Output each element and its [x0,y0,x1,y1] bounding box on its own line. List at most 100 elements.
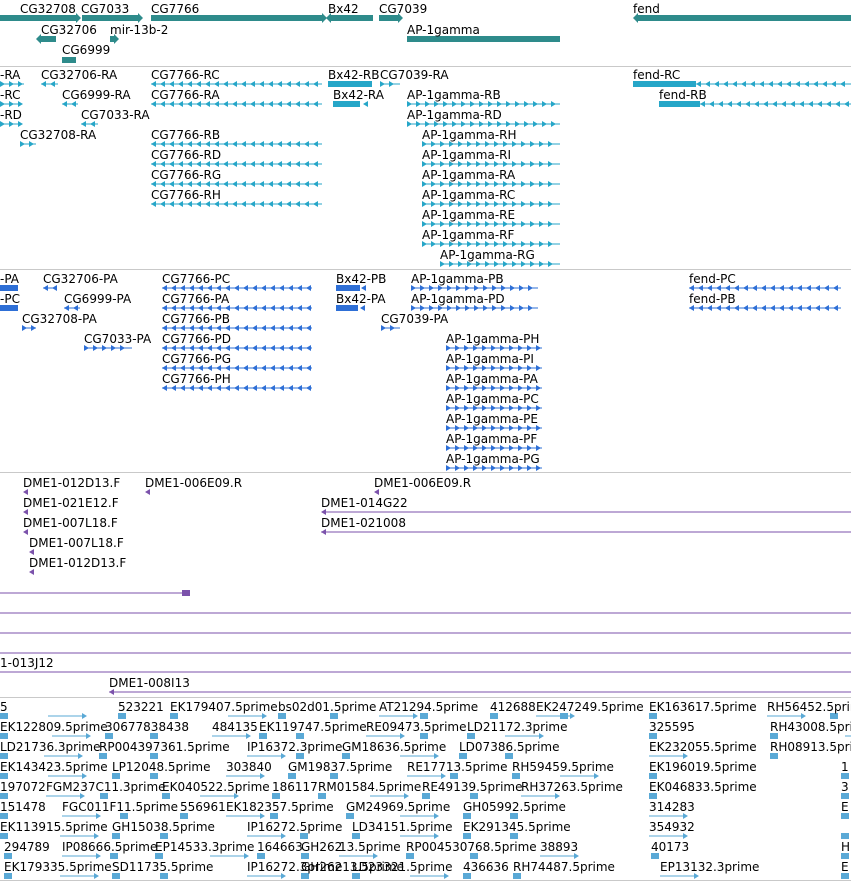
transcript-glyph-exon[interactable] [539,141,544,147]
transcript-glyph-exon[interactable] [250,141,255,147]
transcript-glyph-exon[interactable] [723,81,728,87]
protein-glyph-exon[interactable] [306,345,311,351]
transcript-label[interactable]: CG7766-RH [151,188,221,202]
transcript-glyph-exon[interactable] [750,81,755,87]
est-label[interactable]: EK122809.5prime [0,720,108,734]
gene-label[interactable]: CG6999 [62,43,110,57]
transcript-glyph-exon[interactable] [548,141,553,147]
transcript-glyph-exon[interactable] [530,201,535,207]
transcript-glyph-exon[interactable] [223,101,228,107]
transcript-glyph-exon[interactable] [304,201,309,207]
transcript-glyph-exon[interactable] [295,81,300,87]
est-label[interactable]: 303840 [226,760,272,774]
transcript-glyph-exon[interactable] [268,161,273,167]
clone-label[interactable]: DME1-007L18.F [29,536,124,550]
transcript-label[interactable]: CG7766-RB [151,128,220,142]
transcript-glyph-exon[interactable] [822,81,827,87]
clone-label[interactable]: DME1-006E09.R [374,476,471,490]
transcript-glyph-exon[interactable] [754,101,759,107]
protein-glyph-exon[interactable] [297,345,302,351]
transcript-glyph-exon[interactable] [277,181,282,187]
gene-glyph[interactable] [638,15,851,21]
protein-glyph-exon[interactable] [279,305,284,311]
transcript-glyph-exon[interactable] [313,161,318,167]
protein-glyph-exon[interactable] [306,365,311,371]
protein-glyph-exon[interactable] [306,385,311,391]
transcript-glyph-exon[interactable] [250,101,255,107]
protein-label[interactable]: AP-1gamma-PC [446,392,539,406]
protein-glyph-exon[interactable] [270,365,275,371]
transcript-label[interactable]: AP-1gamma-RI [422,148,511,162]
est-label[interactable]: 523221 [118,700,164,714]
protein-label[interactable]: CG6999-PA [64,292,131,306]
protein-glyph-exon[interactable] [270,385,275,391]
protein-glyph-exon[interactable] [261,365,266,371]
transcript-label[interactable]: AP-1gamma-RC [422,188,515,202]
protein-glyph-exon[interactable] [243,385,248,391]
protein-glyph-exon[interactable] [261,325,266,331]
protein-glyph-exon[interactable] [279,325,284,331]
transcript-glyph-exon[interactable] [835,101,840,107]
transcript-glyph-exon[interactable] [232,141,237,147]
est-label[interactable]: E [841,860,849,874]
protein-glyph-exon[interactable] [833,305,838,311]
est-label[interactable]: FGC011F11.5prime [62,800,178,814]
transcript-glyph-exon[interactable] [539,221,544,227]
transcript-label[interactable]: CG7039-RA [380,68,449,82]
protein-glyph-exon[interactable] [279,285,284,291]
transcript-glyph-exon[interactable] [286,161,291,167]
transcript-glyph-exon[interactable] [295,201,300,207]
protein-glyph-exon[interactable] [252,325,257,331]
transcript-glyph-exon[interactable] [223,161,228,167]
transcript-glyph-exon[interactable] [313,81,318,87]
protein-label[interactable]: CG7039-PA [381,312,448,326]
est-label[interactable]: EK196019.5prime [649,760,757,774]
est-label[interactable]: RH08913.5prime [770,740,851,754]
protein-glyph-exon[interactable] [797,285,802,291]
est-label[interactable]: 40173 [651,840,689,854]
protein-glyph-exon[interactable] [261,285,266,291]
transcript-glyph-exon[interactable] [268,141,273,147]
transcript-glyph-exon[interactable] [521,141,526,147]
transcript-glyph-exon[interactable] [277,101,282,107]
est-label[interactable]: 556961 [180,800,226,814]
est-label[interactable]: 3 [841,780,849,794]
gene-label[interactable]: CG7039 [379,2,427,16]
transcript-glyph-exon[interactable] [831,81,836,87]
protein-glyph-exon[interactable] [252,345,257,351]
transcript-glyph-exon[interactable] [259,141,264,147]
transcript-glyph-exon[interactable] [530,141,535,147]
est-label[interactable]: EK113915.5prime [0,820,108,834]
est-label[interactable]: LD34151.5prime [352,820,453,834]
est-label[interactable]: RE09473.5prime [366,720,467,734]
est-label[interactable]: IP16372.3prime [247,740,342,754]
gene-label[interactable]: Bx42 [328,2,359,16]
est-label[interactable]: bs02d01.5prime [278,700,376,714]
est-label[interactable]: LP12048.5prime [112,760,211,774]
protein-glyph-exon[interactable] [536,365,541,371]
transcript-glyph-exon[interactable] [259,201,264,207]
est-label[interactable]: RP004530768.5prime [406,840,537,854]
transcript-glyph-exon[interactable] [304,181,309,187]
protein-glyph-exon[interactable] [270,305,275,311]
transcript-glyph-exon[interactable] [232,181,237,187]
protein-glyph-exon[interactable] [288,345,293,351]
est-label[interactable]: EK046833.5prime [649,780,757,794]
protein-glyph-exon[interactable] [279,365,284,371]
protein-glyph-exon[interactable] [243,325,248,331]
est-label[interactable]: IP16272.5prime [247,820,342,834]
protein-glyph-exon[interactable] [788,285,793,291]
protein-glyph-exon[interactable] [519,305,524,311]
transcript-glyph-exon[interactable] [223,201,228,207]
transcript-glyph-exon[interactable] [295,181,300,187]
transcript-glyph-exon[interactable] [844,101,849,107]
transcript-glyph-exon[interactable] [313,181,318,187]
transcript-label[interactable]: CG32708-RA [20,128,96,142]
est-label[interactable]: EK119747.5prime [259,720,367,734]
transcript-glyph-exon[interactable] [232,81,237,87]
transcript-glyph-exon[interactable] [250,161,255,167]
est-label[interactable]: 151478 [0,800,46,814]
transcript-glyph-exon[interactable] [548,261,553,267]
transcript-label[interactable]: AP-1gamma-RF [422,228,514,242]
transcript-glyph-exon[interactable] [759,81,764,87]
